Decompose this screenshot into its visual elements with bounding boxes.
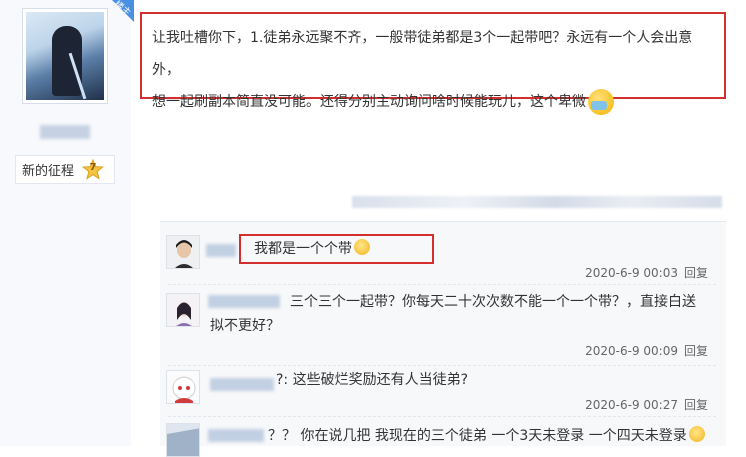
grin-emoji-icon: [688, 426, 705, 442]
reply-button[interactable]: 回复: [684, 266, 708, 280]
anime-warrior-avatar-icon: [26, 12, 104, 100]
blurred-content-strip: [352, 196, 722, 208]
reply-avatar[interactable]: [166, 370, 200, 404]
reply-item: 我都是一个个带 2020-6-9 00:03 回复: [160, 222, 726, 284]
floor-replies: 我都是一个个带 2020-6-9 00:03 回复 三个三个一起带？你每天二十次次…: [160, 221, 726, 457]
reply-text: ?: 这些破烂奖励还有人当徒弟?: [276, 372, 469, 388]
reply-meta: 2020-6-9 00:27 回复: [585, 396, 708, 413]
post-text: 让我吐槽你下，1.徒弟永远聚不齐，一般带徒弟都是3个一起带吧？永远有一个人会出意…: [152, 22, 714, 118]
author-avatar[interactable]: [22, 8, 108, 104]
level-name: 新的征程: [22, 164, 75, 179]
reply-button[interactable]: 回复: [684, 344, 708, 358]
reply-button[interactable]: 回复: [684, 398, 708, 412]
author-username-blurred[interactable]: [40, 125, 90, 139]
reply-item: ?: 这些破烂奖励还有人当徒弟? 2020-6-9 00:27 回复: [160, 366, 726, 416]
author-sidebar: 新的征程 7: [0, 0, 131, 446]
level-number: 7: [89, 161, 97, 173]
post-content-highlight: 让我吐槽你下，1.徒弟永远聚不齐，一般带徒弟都是3个一起带吧？永远有一个人会出意…: [140, 12, 726, 115]
reply-text-line2: 拟不更好？: [210, 318, 280, 334]
post-text-line1: 让我吐槽你下，1.徒弟永远聚不齐，一般带徒弟都是3个一起带吧？永远有一个人会出意…: [152, 30, 693, 78]
louzhu-badge: 楼主: [92, 0, 134, 22]
reply-username-blurred[interactable]: [208, 429, 264, 442]
reply-username-blurred[interactable]: [206, 244, 236, 257]
post-text-line2-wrap: 想一起刷副本简直没可能。还得分别主动询问啥时候能玩儿，这个卑微: [152, 86, 714, 118]
level-badge: 新的征程 7: [15, 155, 115, 184]
reply-meta: 2020-6-9 00:09 回复: [585, 342, 708, 359]
level-star-icon: 7: [81, 158, 105, 181]
reply-avatar[interactable]: [166, 235, 200, 269]
post-text-line2: 想一起刷副本简直没可能。还得分别主动询问啥时候能玩儿，这个卑微: [152, 94, 586, 110]
reply-date: 2020-6-9 00:03: [585, 266, 678, 280]
reply-date: 2020-6-9 00:27: [585, 398, 678, 412]
sick-face-emoji-icon: [588, 89, 614, 115]
reply-text: ？？ 你在说几把 我现在的三个徒弟 一个3天未登录 一个四天未登录: [268, 428, 687, 444]
reply-username-blurred[interactable]: [208, 295, 280, 308]
reply-item: 三个三个一起带？你每天二十次次数不能一个一个带？，直接白送 拟不更好？ 2020…: [160, 285, 726, 365]
reply-username-blurred[interactable]: [210, 378, 274, 391]
reply-item: ？？ 你在说几把 我现在的三个徒弟 一个3天未登录 一个四天未登录: [160, 417, 726, 457]
reply-meta: 2020-6-9 00:03 回复: [585, 264, 708, 281]
reply-avatar[interactable]: [166, 423, 200, 457]
reply-date: 2020-6-9 00:09: [585, 344, 678, 358]
reply-text-wrap: ？？ 你在说几把 我现在的三个徒弟 一个3天未登录 一个四天未登录: [268, 423, 705, 449]
reply-text-line1: 三个三个一起带？你每天二十次次数不能一个一个带？，直接白送: [290, 294, 696, 310]
reply-avatar[interactable]: [166, 293, 200, 327]
reply-highlight-box: [239, 234, 434, 264]
